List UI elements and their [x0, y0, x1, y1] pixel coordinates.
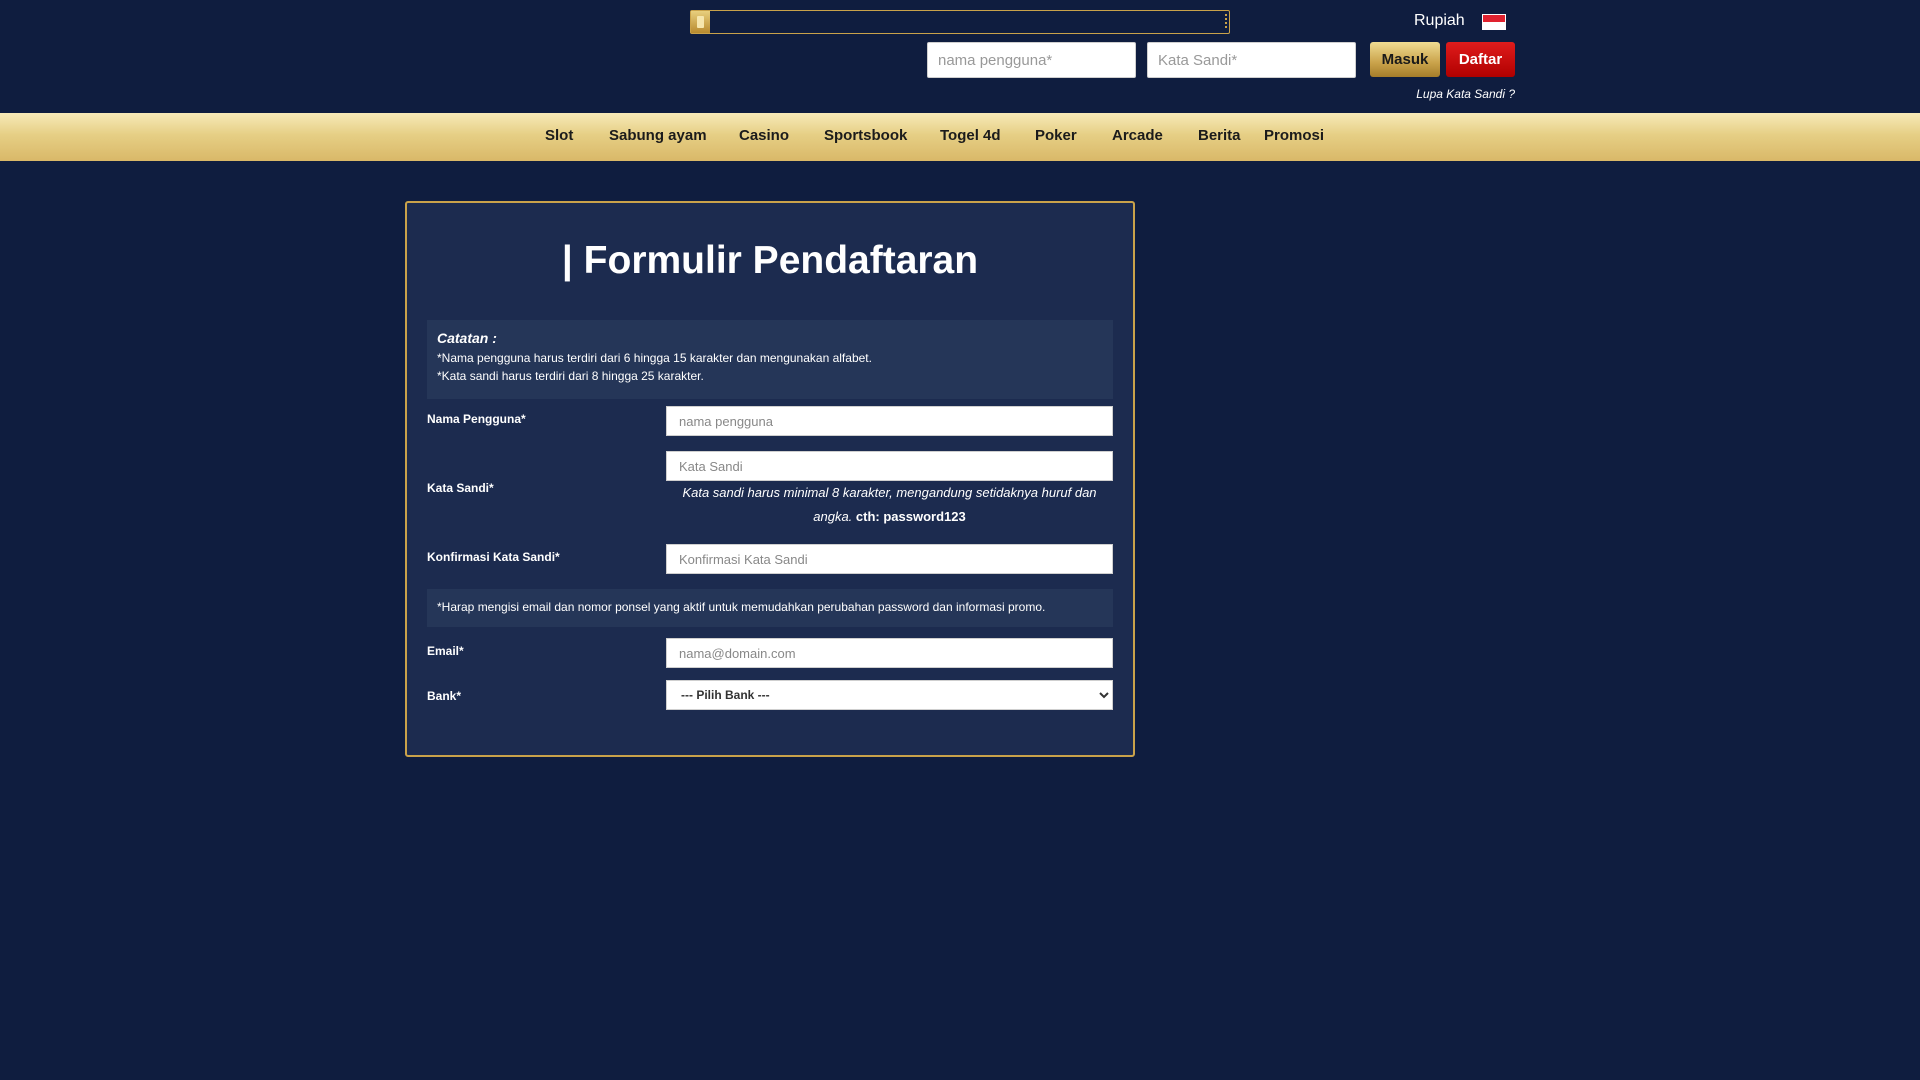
announcement-icon — [691, 11, 710, 33]
nav-item-casino[interactable]: Casino — [739, 113, 789, 161]
indonesia-flag-icon[interactable] — [1482, 14, 1506, 30]
bank-select[interactable]: --- Pilih Bank --- — [666, 680, 1113, 710]
site-header: Rupiah Masuk Daftar Lupa Kata Sandi ? — [0, 0, 1920, 113]
nav-item-togel-4d[interactable]: Togel 4d — [940, 113, 1001, 161]
nav-item-poker[interactable]: Poker — [1035, 113, 1077, 161]
email-field[interactable] — [666, 638, 1113, 668]
marquee-end-marker — [1225, 14, 1228, 28]
username-field[interactable] — [666, 406, 1113, 436]
note-line-username: *Nama pengguna harus terdiri dari 6 hing… — [437, 351, 872, 365]
nav-item-promosi[interactable]: Promosi — [1264, 113, 1324, 161]
forgot-password-link[interactable]: Lupa Kata Sandi ? — [1416, 87, 1515, 101]
nav-item-arcade[interactable]: Arcade — [1112, 113, 1163, 161]
register-button[interactable]: Daftar — [1446, 42, 1515, 77]
announcement-marquee — [690, 10, 1230, 34]
note-heading: Catatan : — [437, 330, 497, 346]
note-box: Catatan : *Nama pengguna harus terdiri d… — [427, 320, 1113, 399]
nav-item-sportsbook[interactable]: Sportsbook — [824, 113, 907, 161]
nav-item-berita[interactable]: Berita — [1198, 113, 1241, 161]
password-label: Kata Sandi* — [427, 481, 494, 495]
contact-info-note: *Harap mengisi email dan nomor ponsel ya… — [427, 589, 1113, 627]
registration-form: | Formulir Pendaftaran Catatan : *Nama p… — [405, 201, 1135, 757]
login-button[interactable]: Masuk — [1370, 42, 1440, 77]
nav-item-slot[interactable]: Slot — [545, 113, 573, 161]
bank-label: Bank* — [427, 689, 462, 703]
note-line-password: *Kata sandi harus terdiri dari 8 hingga … — [437, 369, 704, 383]
username-label: Nama Pengguna* — [427, 412, 526, 426]
password-hint: Kata sandi harus minimal 8 karakter, men… — [666, 481, 1113, 529]
main-nav: Slot Sabung ayam Casino Sportsbook Togel… — [0, 113, 1920, 161]
header-username-input[interactable] — [927, 42, 1136, 78]
password-example: cth: password123 — [855, 509, 966, 524]
email-label: Email* — [427, 644, 464, 658]
form-title: | Formulir Pendaftaran — [561, 239, 979, 282]
currency-selector[interactable]: Rupiah — [1414, 12, 1465, 30]
nav-item-sabung-ayam[interactable]: Sabung ayam — [609, 113, 707, 161]
header-password-input[interactable] — [1147, 42, 1356, 78]
confirm-password-field[interactable] — [666, 544, 1113, 574]
password-field[interactable] — [666, 451, 1113, 481]
confirm-password-label: Konfirmasi Kata Sandi* — [427, 550, 560, 564]
